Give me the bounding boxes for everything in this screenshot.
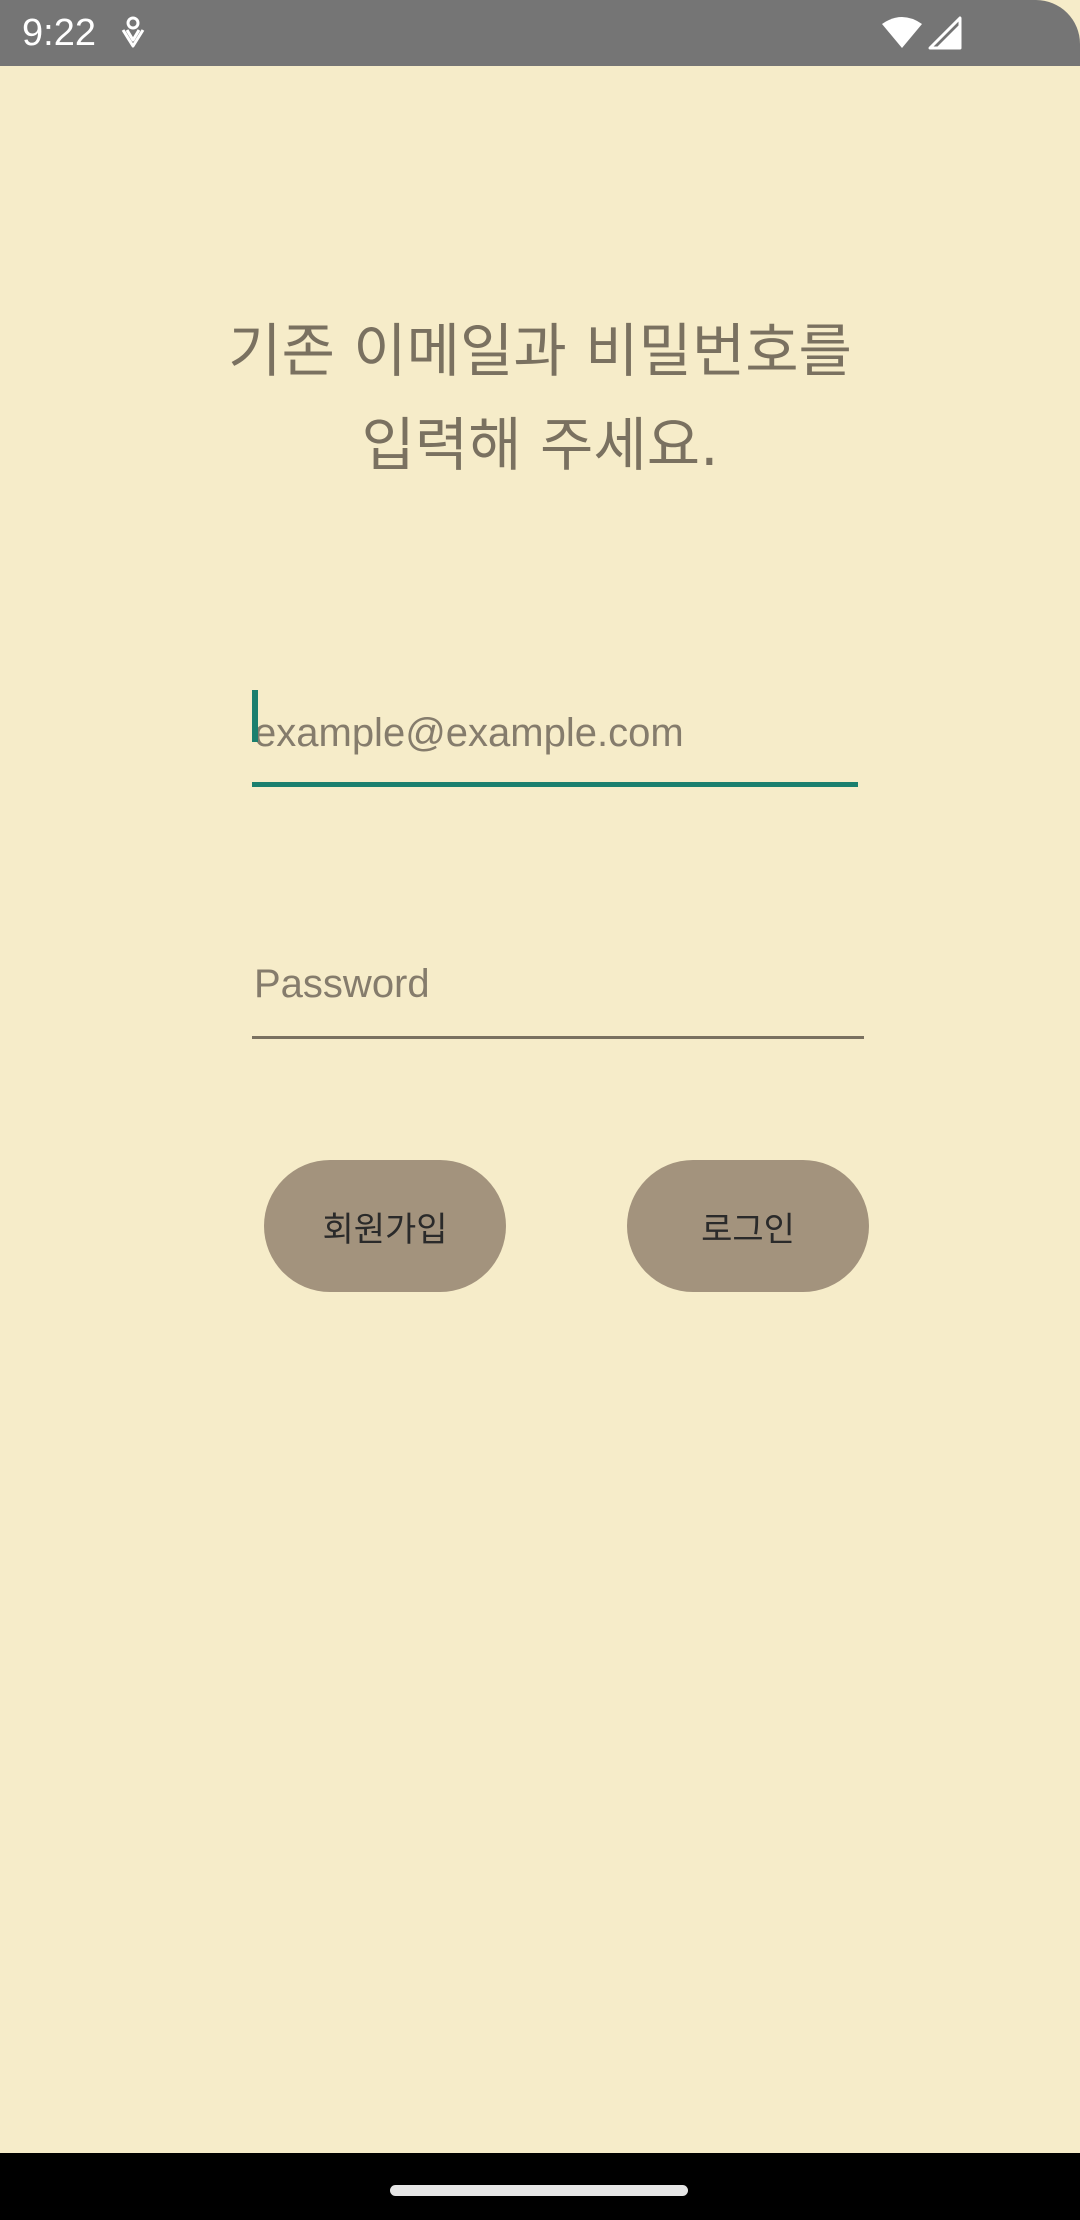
page-title-line-2: 입력해 주세요.: [361, 411, 719, 479]
text-cursor: [252, 690, 258, 742]
password-input[interactable]: [252, 930, 864, 1038]
signup-button[interactable]: 회원가입: [264, 1160, 506, 1292]
home-indicator[interactable]: [390, 2185, 688, 2196]
status-bar: 9:22: [0, 0, 1080, 66]
login-screen: 9:22 기존 이메일과 비밀번호를 입력해 주세요. 회원가입 로그인: [0, 0, 1080, 2220]
navigation-bar: [0, 2153, 1080, 2220]
login-button[interactable]: 로그인: [627, 1160, 869, 1292]
status-time: 9:22: [22, 12, 96, 54]
signal-icon: [928, 16, 962, 50]
password-field[interactable]: [252, 930, 864, 1042]
email-field[interactable]: [252, 680, 858, 790]
email-underline: [252, 782, 858, 787]
email-input[interactable]: [252, 680, 858, 786]
page-title-line-1: 기존 이메일과 비밀번호를: [228, 317, 852, 385]
notification-icon: [121, 16, 145, 48]
password-underline: [252, 1036, 864, 1039]
page-title: 기존 이메일과 비밀번호를 입력해 주세요.: [0, 304, 1080, 492]
wifi-icon: [882, 17, 922, 48]
